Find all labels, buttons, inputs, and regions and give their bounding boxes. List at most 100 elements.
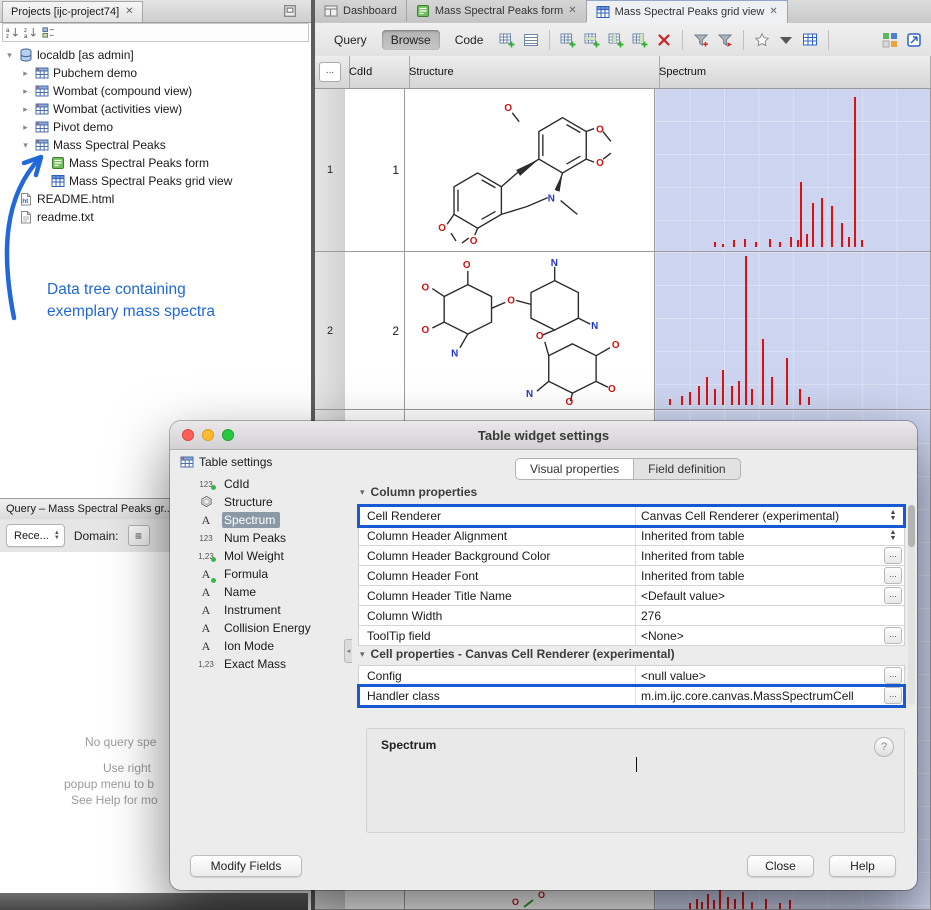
grid-options-button[interactable]: ... bbox=[319, 62, 341, 82]
cdid-cell[interactable]: 2 bbox=[345, 252, 405, 410]
tree-item-pivot-demo[interactable]: ▸Pivot demo bbox=[0, 118, 311, 136]
sort-za-icon[interactable]: za bbox=[24, 26, 37, 39]
column-header-spectrum[interactable]: Spectrum bbox=[655, 56, 931, 88]
column-header-cdid[interactable]: CdId bbox=[345, 56, 410, 88]
structure-cell[interactable]: O O O O O N bbox=[405, 88, 655, 252]
tree-item-pubchem-demo[interactable]: ▸Pubchem demo bbox=[0, 64, 311, 82]
insert-row-icon[interactable] bbox=[559, 31, 577, 49]
insert-row-after-icon[interactable] bbox=[583, 31, 601, 49]
stepper-icon[interactable]: ▲▼ bbox=[890, 510, 897, 522]
field-item-structure[interactable]: Structure bbox=[178, 493, 350, 511]
close-button[interactable]: Close bbox=[747, 855, 814, 877]
field-preview-panel[interactable]: Spectrum ? bbox=[366, 728, 905, 833]
field-item-exact-mass[interactable]: 1,23Exact Mass bbox=[178, 655, 350, 673]
menu-icon[interactable]: ≡ bbox=[128, 525, 150, 546]
ellipsis-button[interactable]: ... bbox=[884, 547, 902, 564]
tab-mass-spectral-peaks-form[interactable]: Mass Spectral Peaks form✕ bbox=[407, 0, 587, 22]
field-item-num-peaks[interactable]: 123Num Peaks bbox=[178, 529, 350, 547]
tree-item-mass-spectral-peaks[interactable]: ▾Mass Spectral Peaks bbox=[0, 136, 311, 154]
property-value[interactable]: <Default value> bbox=[636, 586, 882, 605]
float-window-icon[interactable] bbox=[283, 4, 297, 18]
dialog-titlebar[interactable]: Table widget settings bbox=[170, 421, 917, 450]
ellipsis-button[interactable]: ... bbox=[884, 687, 902, 704]
property-value[interactable]: m.im.ijc.core.canvas.MassSpectrumCell bbox=[636, 686, 882, 705]
expander-right-icon[interactable]: ▸ bbox=[20, 68, 31, 79]
section-header-cell-properties-canvas-cell-renderer-experimental[interactable]: ▾Cell properties - Canvas Cell Renderer … bbox=[360, 647, 675, 661]
property-value[interactable]: <None> bbox=[636, 626, 882, 645]
expander-down-icon[interactable]: ▾ bbox=[20, 140, 31, 151]
expander-right-icon[interactable]: ▸ bbox=[20, 86, 31, 97]
views-grid-icon[interactable] bbox=[801, 31, 819, 49]
field-item-spectrum[interactable]: ASpectrum bbox=[178, 511, 350, 529]
widgets-grid-icon[interactable] bbox=[881, 31, 899, 49]
code-button[interactable]: Code bbox=[446, 30, 493, 50]
ellipsis-button[interactable]: ... bbox=[884, 667, 902, 684]
tree-item-readme-txt[interactable]: readme.txt bbox=[0, 208, 311, 226]
tree-item-wombat-activities-view[interactable]: ▸Wombat (activities view) bbox=[0, 100, 311, 118]
sort-az-icon[interactable]: az bbox=[6, 26, 19, 39]
favorites-star-icon[interactable] bbox=[753, 31, 771, 49]
modify-fields-button[interactable]: Modify Fields bbox=[190, 855, 302, 877]
delete-row-icon[interactable] bbox=[655, 31, 673, 49]
minimize-traffic-light[interactable] bbox=[202, 429, 214, 441]
spectrum-cell[interactable] bbox=[655, 252, 931, 410]
expander-down-icon[interactable]: ▾ bbox=[4, 50, 15, 61]
add-column-after-icon[interactable] bbox=[631, 31, 649, 49]
splitter-handle[interactable]: ◂ bbox=[344, 639, 352, 663]
property-value[interactable]: 276 bbox=[636, 606, 882, 625]
add-filter-icon[interactable] bbox=[692, 31, 710, 49]
structure-cell[interactable]: O O O O O O O O N N N N bbox=[405, 252, 655, 410]
table-add-icon[interactable] bbox=[498, 31, 516, 49]
zoom-traffic-light[interactable] bbox=[222, 429, 234, 441]
tab-mass-spectral-peaks-grid-view[interactable]: Mass Spectral Peaks grid view✕ bbox=[587, 0, 788, 23]
scrollbar[interactable] bbox=[908, 505, 915, 705]
help-button[interactable]: Help bbox=[829, 855, 896, 877]
section-header-column-properties[interactable]: ▾Column properties bbox=[360, 485, 477, 499]
tree-item-mass-spectral-peaks-form[interactable]: Mass Spectral Peaks form bbox=[0, 154, 311, 172]
field-item-cdid[interactable]: 123CdId bbox=[178, 475, 350, 493]
property-value[interactable]: <null value> bbox=[636, 666, 882, 685]
field-item-instrument[interactable]: AInstrument bbox=[178, 601, 350, 619]
field-item-name[interactable]: AName bbox=[178, 583, 350, 601]
property-value[interactable]: Inherited from table bbox=[636, 526, 882, 545]
field-item-formula[interactable]: AFormula bbox=[178, 565, 350, 583]
field-item-mol-weight[interactable]: 1,23Mol Weight bbox=[178, 547, 350, 565]
row-header[interactable]: 1 bbox=[315, 88, 346, 252]
tree-item-localdb-as-admin[interactable]: ▾localdb [as admin] bbox=[0, 46, 311, 64]
recent-queries-dropdown[interactable]: Rece... ▲▼ bbox=[6, 524, 65, 547]
ellipsis-button[interactable]: ... bbox=[884, 567, 902, 584]
property-value[interactable]: Canvas Cell Renderer (experimental) bbox=[636, 506, 882, 525]
apply-filter-icon[interactable] bbox=[716, 31, 734, 49]
query-button[interactable]: Query bbox=[325, 30, 376, 50]
column-header-structure[interactable]: Structure bbox=[405, 56, 660, 88]
field-item-collision-energy[interactable]: ACollision Energy bbox=[178, 619, 350, 637]
tree-item-mass-spectral-peaks-grid-view[interactable]: Mass Spectral Peaks grid view bbox=[0, 172, 311, 190]
row-header[interactable]: 2 bbox=[315, 252, 346, 410]
close-icon[interactable]: ✕ bbox=[568, 6, 576, 16]
expander-right-icon[interactable]: ▸ bbox=[20, 104, 31, 115]
stepper-icon[interactable]: ▲▼ bbox=[890, 530, 897, 542]
tab-projects[interactable]: Projects [ijc-project74] ✕ bbox=[2, 1, 143, 22]
tab-visual-properties[interactable]: Visual properties bbox=[516, 459, 634, 479]
caret-down-icon[interactable] bbox=[777, 31, 795, 49]
close-icon[interactable]: ✕ bbox=[125, 7, 133, 17]
scrollbar-thumb[interactable] bbox=[908, 505, 915, 547]
ellipsis-button[interactable]: ... bbox=[884, 587, 902, 604]
close-traffic-light[interactable] bbox=[182, 429, 194, 441]
ellipsis-button[interactable]: ... bbox=[884, 627, 902, 644]
browse-button[interactable]: Browse bbox=[382, 30, 440, 50]
property-value[interactable]: Inherited from table bbox=[636, 566, 882, 585]
close-icon[interactable]: ✕ bbox=[769, 7, 777, 17]
expander-right-icon[interactable]: ▸ bbox=[20, 122, 31, 133]
tree-item-wombat-compound-view[interactable]: ▸Wombat (compound view) bbox=[0, 82, 311, 100]
help-icon[interactable]: ? bbox=[874, 737, 894, 757]
sort-type-icon[interactable] bbox=[42, 26, 55, 39]
tab-dashboard[interactable]: Dashboard bbox=[315, 0, 407, 22]
table-list-icon[interactable] bbox=[522, 31, 540, 49]
add-column-icon[interactable] bbox=[607, 31, 625, 49]
property-value[interactable]: Inherited from table bbox=[636, 546, 882, 565]
cdid-cell[interactable]: 1 bbox=[345, 88, 405, 252]
open-window-icon[interactable] bbox=[905, 31, 923, 49]
tab-field-definition[interactable]: Field definition bbox=[634, 459, 739, 479]
spectrum-cell[interactable] bbox=[655, 88, 931, 252]
